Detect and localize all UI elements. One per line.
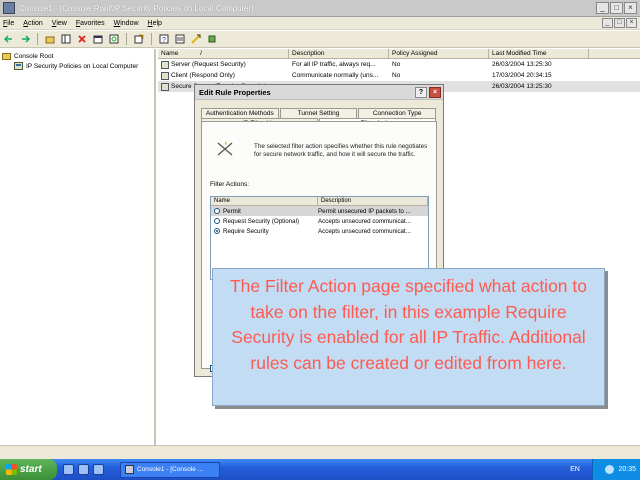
system-tray: 20:35	[592, 459, 640, 480]
tabs-back-row: Authentication Methods Tunnel Setting Co…	[201, 108, 437, 118]
dialog-titlebar[interactable]: Edit Rule Properties ? ×	[195, 85, 443, 100]
windows-logo-icon	[6, 464, 17, 475]
add-filter-icon[interactable]	[174, 33, 186, 45]
close-button[interactable]: ×	[624, 2, 637, 14]
menu-window[interactable]: Window	[114, 20, 139, 27]
export-icon[interactable]	[133, 33, 145, 45]
toolbar-separator	[126, 33, 127, 45]
sort-indicator: /	[200, 50, 202, 57]
row-assigned-cell: No	[392, 72, 401, 79]
tree-item-ip-security-policies[interactable]: IP Security Policies on Local Computer	[2, 61, 152, 71]
help-icon[interactable]: ?	[158, 33, 170, 45]
internet-explorer-icon[interactable]	[78, 464, 89, 475]
dialog-help-button[interactable]: ?	[415, 86, 427, 98]
menu-file[interactable]: File	[3, 20, 14, 27]
toolbar: ?	[0, 31, 640, 48]
radio-button[interactable]	[214, 218, 220, 224]
filter-action-row-request-security[interactable]: Request Security (Optional) Accepts unse…	[211, 216, 428, 226]
status-bar	[0, 445, 640, 459]
column-header-description[interactable]: Description	[318, 197, 428, 205]
mmc-app-icon	[3, 2, 15, 14]
manage-filters-icon[interactable]	[190, 33, 202, 45]
dialog-close-button[interactable]: ×	[429, 86, 441, 98]
tab-authentication-methods[interactable]: Authentication Methods	[201, 108, 279, 118]
refresh-icon[interactable]	[108, 33, 120, 45]
child-restore-button[interactable]: □	[614, 18, 625, 28]
clock[interactable]: 20:35	[618, 466, 636, 473]
forward-icon[interactable]	[19, 33, 31, 45]
tree-item-console-root[interactable]: Console Root	[2, 51, 152, 61]
radio-button[interactable]	[214, 208, 220, 214]
callout-text: The Filter Action page specified what ac…	[229, 276, 587, 373]
window-titlebar[interactable]: Console1 - [Console Root\IP Security Pol…	[0, 0, 640, 17]
network-icon[interactable]	[605, 465, 615, 474]
menu-help[interactable]: Help	[148, 20, 162, 27]
filter-actions-label: Filter Actions:	[210, 181, 250, 188]
policy-icon	[161, 71, 169, 80]
back-icon[interactable]	[3, 33, 15, 45]
filter-action-description: The selected filter action specifies whe…	[254, 143, 428, 158]
dialog-title: Edit Rule Properties	[199, 87, 271, 97]
show-tree-icon[interactable]	[60, 33, 72, 45]
quick-launch	[63, 464, 104, 475]
tab-tunnel-setting[interactable]: Tunnel Setting	[279, 108, 358, 118]
taskbar-button-console1[interactable]: Console1 - [Console ...	[120, 461, 220, 478]
window-title: Console1 - [Console Root\IP Security Pol…	[19, 3, 254, 13]
window-controls: _ □ ×	[596, 2, 637, 14]
up-folder-icon[interactable]	[44, 33, 56, 45]
mmc-app-icon	[125, 465, 134, 474]
child-minimize-button[interactable]: _	[602, 18, 613, 28]
menu-favorites[interactable]: Favorites	[76, 20, 105, 27]
tree-item-label: Console Root	[14, 52, 54, 60]
column-header-name[interactable]: Name /	[158, 49, 289, 58]
menu-action[interactable]: Action	[23, 20, 42, 27]
maximize-button[interactable]: □	[610, 2, 623, 14]
media-player-icon[interactable]	[93, 464, 104, 475]
row-time-cell: 26/03/2004 13:25:30	[492, 61, 552, 68]
list-header: Name / Description Policy Assigned Last …	[158, 49, 640, 59]
tutorial-callout: The Filter Action page specified what ac…	[212, 268, 605, 406]
row-description-cell: Communicate normally (uns...	[292, 72, 379, 79]
table-row[interactable]: Client (Respond Only) Communicate normal…	[158, 70, 640, 81]
language-indicator[interactable]: EN	[565, 462, 585, 477]
column-header-last-modified[interactable]: Last Modified Time	[489, 49, 589, 58]
folder-icon	[2, 52, 11, 60]
minimize-button[interactable]: _	[596, 2, 609, 14]
child-close-button[interactable]: ×	[626, 18, 637, 28]
row-name-cell: Server (Request Security)	[158, 60, 289, 69]
console-tree: Console Root IP Security Policies on Loc…	[0, 49, 156, 445]
row-description-cell: For all IP traffic, always req...	[292, 61, 376, 68]
assign-icon[interactable]	[206, 33, 218, 45]
toolbar-separator	[151, 33, 152, 45]
column-header-description[interactable]: Description	[289, 49, 389, 58]
row-name-cell: Client (Respond Only)	[158, 71, 289, 80]
filter-action-icon	[216, 140, 234, 158]
delete-icon[interactable]	[76, 33, 88, 45]
policy-icon	[161, 60, 169, 69]
policy-icon	[161, 82, 169, 91]
radio-button-selected[interactable]	[214, 228, 220, 234]
filter-actions-list-header: Name Description	[211, 197, 428, 206]
row-time-cell: 26/03/2004 13:25:30	[492, 83, 552, 90]
taskbar: start Console1 - [Console ... EN 20:35	[0, 459, 640, 480]
toolbar-separator	[37, 33, 38, 45]
svg-text:?: ?	[162, 37, 166, 44]
row-assigned-cell: No	[392, 61, 401, 68]
tree-item-label: IP Security Policies on Local Computer	[26, 62, 139, 70]
row-time-cell: 17/03/2004 20:34:15	[492, 72, 552, 79]
column-header-name[interactable]: Name	[211, 197, 318, 205]
ip-security-policy-icon	[14, 62, 23, 70]
start-button[interactable]: start	[0, 459, 57, 480]
filter-action-row-permit[interactable]: Permit Permit unsecured IP packets to ..…	[211, 206, 428, 216]
filter-action-row-require-security[interactable]: Require Security Accepts unsecured commu…	[211, 226, 428, 236]
tab-connection-type[interactable]: Connection Type	[358, 108, 437, 118]
properties-icon[interactable]	[92, 33, 104, 45]
menu-view[interactable]: View	[52, 20, 67, 27]
column-header-policy-assigned[interactable]: Policy Assigned	[389, 49, 489, 58]
table-row[interactable]: Server (Request Security) For all IP tra…	[158, 59, 640, 70]
desktop-icon[interactable]	[63, 464, 74, 475]
menu-bar: File Action View Favorites Window Help _…	[0, 17, 640, 30]
